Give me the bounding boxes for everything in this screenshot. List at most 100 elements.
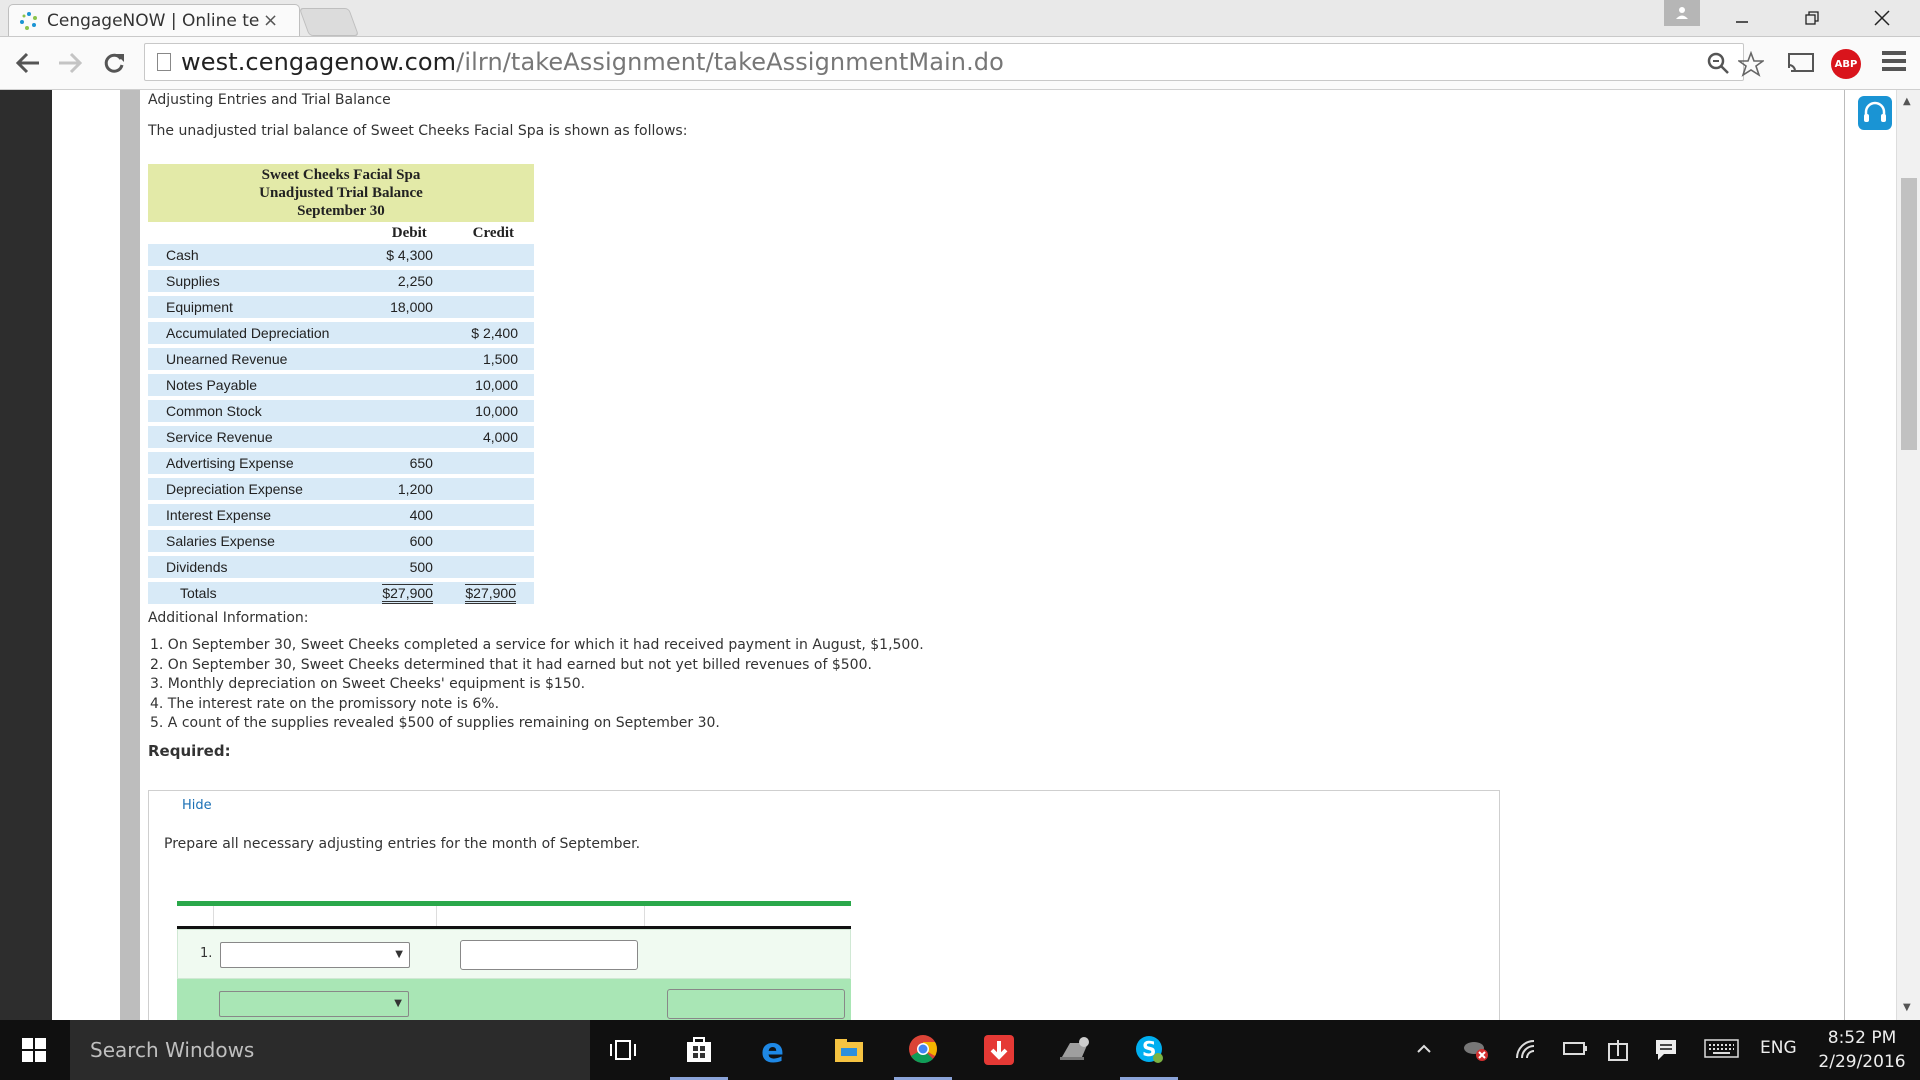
tray-app-icon[interactable] [1462, 1038, 1490, 1067]
task-view-icon[interactable] [594, 1020, 652, 1080]
info-item: 1. On September 30, Sweet Cheeks complet… [150, 637, 924, 653]
trial-balance-row: Supplies 2,250 [148, 270, 534, 296]
url-text: west.cengagenow.com/ilrn/takeAssignment/… [181, 48, 1004, 76]
new-tab-button[interactable] [298, 8, 360, 36]
close-window-button[interactable] [1852, 0, 1912, 36]
restore-button[interactable] [1782, 0, 1842, 36]
network-icon[interactable] [1606, 1038, 1630, 1067]
account-name: Cash [166, 247, 199, 263]
browser-menu-icon[interactable] [1882, 51, 1906, 75]
clock-time: 8:52 PM [1827, 1028, 1897, 1048]
wifi-icon[interactable] [1514, 1038, 1538, 1067]
account-name: Depreciation Expense [166, 481, 303, 497]
required-label: Required: [148, 742, 231, 760]
intro-text: The unadjusted trial balance of Sweet Ch… [148, 123, 688, 139]
totals-label: Totals [180, 585, 217, 601]
statement-name: Unadjusted Trial Balance [259, 185, 423, 201]
back-button[interactable] [12, 47, 44, 79]
page-viewport: Adjusting Entries and Trial Balance The … [0, 90, 1920, 1020]
tab-close-icon[interactable]: × [263, 10, 278, 31]
browser-toolbar: west.cengagenow.com/ilrn/takeAssignment/… [0, 37, 1920, 90]
additional-info-label: Additional Information: [148, 610, 309, 626]
tab-title: CengageNOW | Online tea [47, 10, 259, 31]
clock-date: 2/29/2016 [1818, 1052, 1906, 1072]
dropdown-arrow-icon: ▼ [395, 949, 403, 960]
account-dropdown-1[interactable]: ▼ [220, 942, 410, 968]
trial-balance-row: Equipment 18,000 [148, 296, 534, 322]
reload-button[interactable] [98, 47, 130, 79]
totals-credit: $27,900 [465, 584, 516, 604]
credit-amount: 10,000 [475, 377, 518, 393]
trial-balance-header: Sweet Cheeks Facial Spa Unadjusted Trial… [148, 164, 534, 222]
keyboard-icon[interactable] [1704, 1038, 1740, 1065]
debit-amount: 1,200 [397, 481, 433, 497]
forward-button[interactable] [54, 47, 86, 79]
debit-amount: 650 [409, 455, 433, 471]
action-center-icon[interactable] [1654, 1038, 1678, 1067]
prepare-instruction: Prepare all necessary adjusting entries … [164, 836, 641, 852]
browser-tab[interactable]: CengageNOW | Online tea × [8, 4, 300, 36]
account-dropdown-2[interactable]: ▼ [219, 991, 409, 1017]
settings-laptop-icon[interactable] [1046, 1020, 1104, 1080]
trial-balance-row: Notes Payable 10,000 [148, 374, 534, 400]
trial-balance-row: Cash $ 4,300 [148, 244, 534, 270]
taskbar-clock[interactable]: 8:52 PM 2/29/2016 [1812, 1026, 1912, 1074]
credit-header: Credit [472, 224, 514, 241]
journal-row-1: 1. ▼ [177, 929, 851, 979]
bookmark-star-icon[interactable] [1738, 51, 1764, 77]
statement-date: September 30 [297, 203, 385, 219]
account-name: Service Revenue [166, 429, 273, 445]
account-name: Accumulated Depreciation [166, 325, 330, 341]
credit-amount: 1,500 [482, 351, 518, 367]
debit-amount: 18,000 [390, 299, 433, 315]
file-explorer-icon[interactable] [820, 1020, 878, 1080]
profile-button[interactable] [1664, 0, 1700, 26]
language-indicator[interactable]: ENG [1760, 1038, 1797, 1058]
trial-balance-row: Dividends 500 [148, 556, 534, 582]
battery-icon[interactable] [1560, 1038, 1588, 1063]
address-bar[interactable]: west.cengagenow.com/ilrn/takeAssignment/… [144, 43, 1744, 81]
search-placeholder: Search Windows [90, 1038, 255, 1062]
svg-text:e: e [761, 1034, 784, 1066]
debit-amount: 400 [409, 507, 433, 523]
entry-number: 1. [200, 946, 213, 961]
trial-balance-table: Sweet Cheeks Facial Spa Unadjusted Trial… [148, 164, 534, 604]
credit-input-2[interactable] [667, 989, 845, 1019]
headset-icon [1864, 101, 1886, 122]
windows-taskbar: Search Windows e S ENG 8:52 PM 2/29/2016 [0, 1020, 1920, 1080]
info-item: 2. On September 30, Sweet Cheeks determi… [150, 656, 872, 673]
debit-header: Debit [391, 224, 427, 241]
account-name: Dividends [166, 559, 228, 575]
info-item: 5. A count of the supplies revealed $500… [150, 715, 720, 731]
scroll-thumb[interactable] [1901, 178, 1917, 450]
account-name: Advertising Expense [166, 455, 294, 471]
cast-icon[interactable] [1786, 51, 1816, 75]
credit-amount: $ 2,400 [471, 325, 518, 341]
scroll-up-icon[interactable]: ▲ [1903, 96, 1911, 107]
info-item: 4. The interest rate on the promissory n… [150, 695, 500, 712]
trial-balance-row: Salaries Expense 600 [148, 530, 534, 556]
trial-balance-row: Accumulated Depreciation $ 2,400 [148, 322, 534, 348]
chrome-icon[interactable] [894, 1020, 952, 1080]
trial-balance-row: Service Revenue 4,000 [148, 426, 534, 452]
download-app-icon[interactable] [970, 1020, 1028, 1080]
help-button[interactable] [1858, 96, 1892, 130]
adblock-plus-icon[interactable]: ABP [1831, 49, 1861, 79]
zoom-icon[interactable] [1706, 51, 1730, 75]
store-icon[interactable] [670, 1020, 728, 1080]
debit-input-1[interactable] [460, 940, 638, 970]
totals-debit: $27,900 [382, 584, 433, 604]
additional-info-list: 1. On September 30, Sweet Cheeks complet… [150, 636, 924, 734]
show-hidden-icons-icon[interactable] [1414, 1038, 1434, 1063]
edge-browser-icon[interactable]: e [746, 1020, 804, 1080]
minimize-button[interactable] [1712, 0, 1772, 36]
credit-amount: 4,000 [482, 429, 518, 445]
requirement-panel: Hide Prepare all necessary adjusting ent… [148, 790, 1500, 1020]
account-name: Notes Payable [166, 377, 258, 393]
page-scrollbar[interactable]: ▲ ▼ [1896, 90, 1920, 1020]
skype-icon[interactable]: S [1120, 1020, 1178, 1080]
search-windows-box[interactable]: Search Windows [70, 1020, 590, 1080]
windows-start-icon[interactable] [22, 1038, 46, 1062]
scroll-down-icon[interactable]: ▼ [1903, 1002, 1911, 1013]
hide-link[interactable]: Hide [182, 798, 212, 813]
